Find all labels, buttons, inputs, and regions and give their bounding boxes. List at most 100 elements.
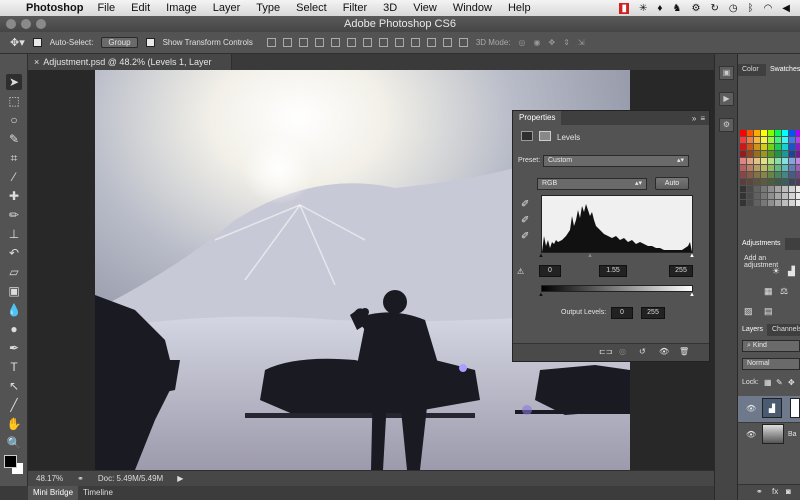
swatch-color[interactable] [775,130,781,136]
swatch-color[interactable] [789,186,795,192]
swatch-color[interactable] [796,193,800,199]
tray-icon-a[interactable]: ✳ [639,3,647,14]
panel-menu-icon[interactable]: ≡ [700,114,709,123]
history-panel-icon[interactable]: ▣ [719,66,734,80]
swatch-color[interactable] [782,165,788,171]
auto-select-checkbox[interactable] [32,38,42,47]
brush-tool-icon[interactable]: ✏ [6,207,22,223]
swatch-color[interactable] [747,130,753,136]
swatch-color[interactable] [775,172,781,178]
align-bottom-icon[interactable] [298,38,308,47]
move-tool-preset-icon[interactable]: ✥▾ [10,36,25,49]
layer-visibility-icon[interactable]: 👁 [746,430,756,439]
swatch-color[interactable] [796,137,800,143]
swatch-color[interactable] [740,144,746,150]
bluetooth-icon[interactable]: ᛒ [748,3,754,14]
swatch-color[interactable] [768,179,774,185]
swatch-color[interactable] [761,200,767,206]
swatch-color[interactable] [768,193,774,199]
input-black-field[interactable]: 0 [539,265,561,277]
swatch-color[interactable] [789,144,795,150]
show-transform-checkbox[interactable] [145,38,155,47]
status-menu-arrow-icon[interactable]: ▶ [177,474,183,483]
swatch-color[interactable] [775,151,781,157]
distribute-middle-icon[interactable] [378,38,388,47]
marquee-tool-icon[interactable]: ⬚ [6,93,22,109]
collapse-panel-icon[interactable]: » [692,114,700,123]
clone-stamp-tool-icon[interactable]: ⊥ [6,226,22,242]
levels-icon[interactable]: ▟ [788,266,795,277]
background-layer-thumbnail[interactable] [762,424,784,444]
swatch-color[interactable] [796,172,800,178]
move-tool-icon[interactable]: ➤ [6,74,22,90]
swatch-color[interactable] [789,158,795,164]
layer-mask-thumbnail[interactable] [790,398,800,418]
swatch-color[interactable] [747,165,753,171]
color-balance-icon[interactable]: ⚖ [780,286,788,297]
3d-slide-icon[interactable]: ⇕ [563,38,570,47]
menu-layer[interactable]: Layer [213,2,241,14]
distribute-left-icon[interactable] [410,38,420,47]
swatch-color[interactable] [789,179,795,185]
properties-tab[interactable]: Properties [513,111,562,125]
hand-tool-icon[interactable]: ✋ [6,416,22,432]
status-share-icon[interactable]: ⚭ [77,474,84,483]
menu-edit[interactable]: Edit [131,2,150,14]
swatch-color[interactable] [789,193,795,199]
swatch-color[interactable] [754,179,760,185]
wifi-icon[interactable]: ◠ [764,3,773,14]
lasso-tool-icon[interactable]: ○ [6,112,22,128]
swatch-color[interactable] [754,144,760,150]
swatch-color[interactable] [740,200,746,206]
menu-select[interactable]: Select [296,2,327,14]
swatch-color[interactable] [754,130,760,136]
delete-adjustment-icon[interactable]: 🗑 [679,347,689,356]
swatch-color[interactable] [782,179,788,185]
swatch-color[interactable] [740,130,746,136]
swatch-color[interactable] [747,144,753,150]
foreground-color-swatch[interactable] [4,455,17,468]
tab-layers[interactable]: Layers [738,324,768,336]
swatch-color[interactable] [761,165,767,171]
swatch-color[interactable] [789,172,795,178]
swatch-color[interactable] [782,158,788,164]
swatch-color[interactable] [747,179,753,185]
input-white-field[interactable]: 255 [669,265,693,277]
swatch-color[interactable] [782,137,788,143]
swatch-color[interactable] [768,151,774,157]
swatch-color[interactable] [768,165,774,171]
swatch-color[interactable] [747,186,753,192]
preset-dropdown[interactable]: Custom ▴▾ [543,155,689,167]
actions-panel-icon[interactable]: ▶ [719,92,734,106]
white-point-eyedropper-icon[interactable]: ✐ [521,231,529,242]
menu-window[interactable]: Window [453,2,492,14]
tool-presets-panel-icon[interactable]: ⚙ [719,118,734,132]
align-top-icon[interactable] [266,38,276,47]
swatch-color[interactable] [747,200,753,206]
history-brush-tool-icon[interactable]: ↶ [6,245,22,261]
swatch-color[interactable] [789,130,795,136]
tab-adjustments[interactable]: Adjustments [738,238,785,250]
swatch-color[interactable] [796,158,800,164]
input-gamma-field[interactable]: 1.55 [599,265,627,277]
auto-select-dropdown[interactable]: Group [101,37,138,48]
lock-position-icon[interactable]: ✥ [788,378,795,387]
swatch-color[interactable] [761,137,767,143]
swatch-color[interactable] [768,158,774,164]
swatch-color[interactable] [740,165,746,171]
dodge-tool-icon[interactable]: ● [6,321,22,337]
layer-filter-dropdown[interactable]: ⌕ Kind [742,340,800,352]
swatch-color[interactable] [796,186,800,192]
swatch-color[interactable] [775,158,781,164]
photo-filter-icon[interactable]: ▨ [744,306,753,317]
tab-channels[interactable]: Channels [768,324,800,336]
input-gamma-slider[interactable]: ▲ [587,253,593,259]
layer-visibility-icon[interactable]: 👁 [746,404,756,413]
swatch-color[interactable] [761,172,767,178]
tab-swatches[interactable]: Swatches [766,64,800,76]
brightness-contrast-icon[interactable]: ☀ [772,266,780,277]
lock-transparent-icon[interactable]: ▦ [764,378,772,387]
swatch-color[interactable] [768,130,774,136]
swatch-color[interactable] [761,144,767,150]
swatch-color[interactable] [768,172,774,178]
